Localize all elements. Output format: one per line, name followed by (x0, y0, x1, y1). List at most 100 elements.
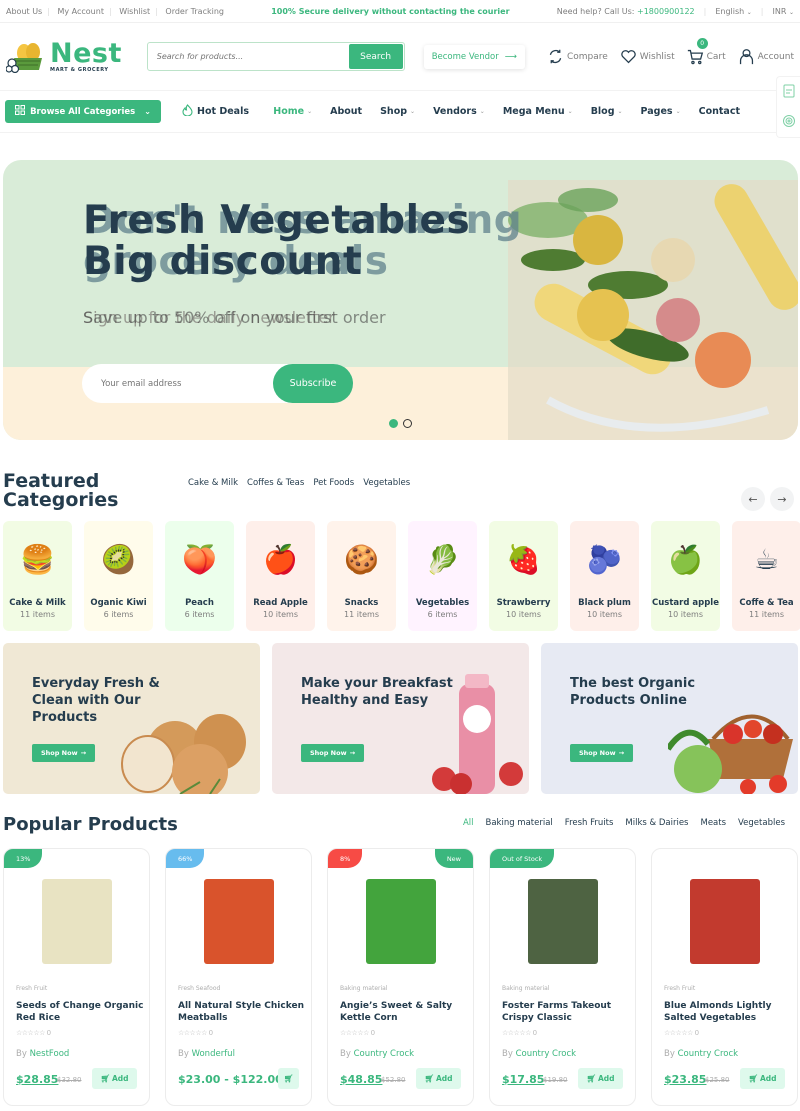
vendor-link[interactable]: Country Crock (516, 1049, 577, 1059)
popular-tab[interactable]: Fresh Fruits (565, 818, 614, 828)
product-price: $48.85 (340, 1073, 383, 1086)
product-title[interactable]: Seeds of Change Organic Red Rice (16, 1000, 144, 1024)
category-card[interactable]: 🥝 Oganic Kiwi 6 items (84, 521, 153, 631)
vendor-link[interactable]: Country Crock (678, 1049, 739, 1059)
add-to-cart-button[interactable]: 🛒︎ Add (416, 1068, 461, 1089)
product-title[interactable]: Blue Almonds Lightly Salted Vegetables (664, 1000, 792, 1024)
nav-item-home[interactable]: Home ⌄ (264, 106, 321, 117)
order-tracking-link[interactable]: Order Tracking (165, 7, 224, 16)
old-price: $19.80 (543, 1076, 568, 1084)
category-card[interactable]: 🍔 Cake & Milk 11 items (3, 521, 72, 631)
wishlist-button[interactable]: Wishlist (620, 48, 675, 65)
popular-tab[interactable]: Meats (700, 818, 726, 828)
settings-icon[interactable] (782, 113, 796, 132)
promo-banner[interactable]: The best Organic Products Online Shop No… (541, 643, 798, 794)
nav-item-blog[interactable]: Blog ⌄ (582, 106, 632, 117)
vendor-prefix: By (664, 1049, 678, 1059)
shop-now-label: Shop Now (309, 749, 347, 757)
document-icon[interactable] (783, 83, 795, 102)
nav-item-about[interactable]: About (321, 106, 371, 117)
shop-now-button[interactable]: Shop Now → (301, 744, 364, 762)
category-card[interactable]: 🍑 Peach 6 items (165, 521, 234, 631)
featured-tab[interactable]: Cake & Milk (188, 478, 238, 488)
arrow-right-icon: → (349, 749, 356, 757)
logo[interactable]: Nest MART & GROCERY (5, 40, 147, 73)
product-card[interactable]: Fresh Fruit Blue Almonds Lightly Salted V… (651, 848, 798, 1106)
about-us-link[interactable]: About Us (6, 7, 42, 16)
subscribe-button[interactable]: Subscribe (273, 364, 353, 403)
popular-tab-all[interactable]: All (463, 818, 474, 828)
product-card[interactable]: Out of Stock Baking material Foster Farms … (489, 848, 636, 1106)
featured-tab[interactable]: Coffes & Teas (247, 478, 304, 488)
product-image[interactable] (528, 879, 598, 964)
search-button[interactable]: Search (348, 44, 403, 69)
product-image[interactable] (42, 879, 112, 964)
add-to-cart-button[interactable]: 🛒︎ Add (92, 1068, 137, 1089)
my-account-link[interactable]: My Account (57, 7, 103, 16)
vegetable-basket-image (668, 714, 793, 794)
arrow-right-icon[interactable]: → (770, 487, 794, 511)
popular-tab[interactable]: Vegetables (738, 818, 785, 828)
popular-tab[interactable]: Baking material (486, 818, 553, 828)
hot-deals-link[interactable]: Hot Deals (182, 104, 249, 119)
category-card[interactable]: 🍪 Snacks 11 items (327, 521, 396, 631)
product-title[interactable]: Angie’s Sweet & Salty Kettle Corn (340, 1000, 468, 1024)
featured-tab[interactable]: Vegetables (363, 478, 410, 488)
promo-banner[interactable]: Everyday Fresh & Clean with Our Products… (3, 643, 260, 794)
category-card[interactable]: 🥬 Vegetables 6 items (408, 521, 477, 631)
featured-tabs: Cake & Milk Coffes & Teas Pet Foods Vege… (188, 478, 410, 488)
vendor-link[interactable]: NestFood (30, 1049, 70, 1059)
slider-dot-2[interactable] (403, 419, 412, 428)
product-image[interactable] (690, 879, 760, 964)
search-input[interactable] (147, 52, 349, 61)
account-button[interactable]: Account (738, 48, 794, 65)
nav-label: Blog (590, 106, 615, 117)
product-title[interactable]: Foster Farms Takeout Crispy Classic (502, 1000, 630, 1024)
category-card[interactable]: ☕ Coffe & Tea 11 items (732, 521, 800, 631)
product-image[interactable] (366, 879, 436, 964)
nav-item-pages[interactable]: Pages ⌄ (632, 106, 690, 117)
popular-tab[interactable]: Milks & Dairies (625, 818, 688, 828)
shop-now-button[interactable]: Shop Now → (32, 744, 95, 762)
add-to-cart-button[interactable]: 🛒︎ Add (578, 1068, 623, 1089)
category-card[interactable]: 🫐 Black plum 10 items (570, 521, 639, 631)
category-card[interactable]: 🍏 Custard apple 10 items (651, 521, 720, 631)
wishlist-link[interactable]: Wishlist (119, 7, 150, 16)
shop-now-button[interactable]: Shop Now → (570, 744, 633, 762)
language-select[interactable]: English ⌄ (715, 7, 751, 16)
add-to-cart-button[interactable]: 🛒︎ (278, 1068, 299, 1089)
language-value: English (715, 6, 745, 16)
compare-button[interactable]: Compare (547, 48, 608, 65)
email-input[interactable] (82, 378, 273, 389)
product-image[interactable] (204, 879, 274, 964)
category-card[interactable]: 🍎 Read Apple 10 items (246, 521, 315, 631)
nav-item-mega-menu[interactable]: Mega Menu ⌄ (494, 106, 582, 117)
divider: | (760, 6, 764, 16)
category-card[interactable]: 🍓 Strawberry 10 items (489, 521, 558, 631)
add-to-cart-button[interactable]: 🛒︎ Add (740, 1068, 785, 1089)
product-card[interactable]: 66% Fresh Seafood All Natural Style Chicke… (165, 848, 312, 1106)
featured-tab[interactable]: Pet Foods (313, 478, 354, 488)
become-vendor-button[interactable]: Become Vendor ⟶ (424, 45, 525, 69)
currency-select[interactable]: INR ⌄ (773, 7, 794, 16)
vendor-link[interactable]: Country Crock (354, 1049, 415, 1059)
product-card[interactable]: 8% New Baking material Angie’s Sweet & Salt… (327, 848, 474, 1106)
category-name: Peach (185, 598, 214, 608)
product-price: $23.00 - $122.00 (178, 1073, 283, 1086)
vendor-link[interactable]: Wonderful (192, 1049, 235, 1059)
cart-button[interactable]: 0 Cart (687, 38, 726, 65)
phone-number[interactable]: +1800900122 (637, 7, 695, 16)
nav-item-vendors[interactable]: Vendors ⌄ (424, 106, 494, 117)
product-card[interactable]: 13% Fresh Fruit Seeds of Change Organic Re… (3, 848, 150, 1106)
promo-banner[interactable]: Make your Breakfast Healthy and Easy Sho… (272, 643, 529, 794)
product-title[interactable]: All Natural Style Chicken Meatballs (178, 1000, 306, 1024)
product-grid: 13% Fresh Fruit Seeds of Change Organic Re… (3, 848, 798, 1106)
nav-item-contact[interactable]: Contact (690, 106, 749, 117)
hero-title-line: Fresh Vegetables (83, 198, 471, 243)
category-count: 6 items (427, 610, 458, 619)
arrow-left-icon[interactable]: ← (741, 487, 765, 511)
nav-item-shop[interactable]: Shop ⌄ (371, 106, 424, 117)
slider-dot-1[interactable] (389, 419, 398, 428)
browse-categories-button[interactable]: Browse All Categories ⌄ (5, 100, 161, 123)
help-label: Need help? Call Us: (556, 6, 638, 16)
